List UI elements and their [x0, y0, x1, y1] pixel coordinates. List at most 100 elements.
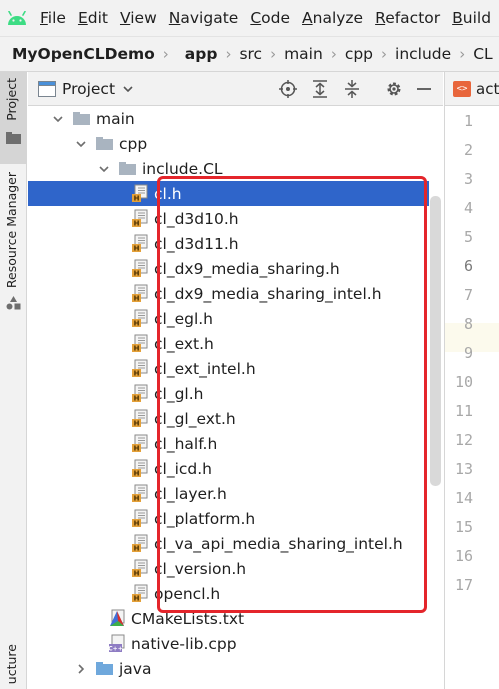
breadcrumb-include[interactable]: include — [395, 45, 451, 63]
header-file-icon: H — [132, 309, 148, 327]
header-file-icon: H — [132, 284, 148, 302]
structure-tab-label: ucture — [4, 644, 19, 685]
editor-tab[interactable]: <> act — [445, 72, 499, 106]
tree-item-label: cl_icd.h — [154, 459, 212, 478]
tree-file-native-lib-cpp[interactable]: C++ native-lib.cpp — [28, 631, 429, 656]
tree-folder-main[interactable]: main — [28, 106, 429, 131]
tree-folder-cpp[interactable]: cpp — [28, 131, 429, 156]
svg-text:H: H — [134, 445, 140, 452]
breadcrumb-separator-icon: › — [459, 45, 466, 63]
project-tree: main cpp include.CL Hcl.h Hcl_d3d10.h Hcl_d3d… — [28, 106, 443, 689]
tree-folder-include-cl[interactable]: include.CL — [28, 156, 429, 181]
line-number: 9 — [463, 344, 473, 362]
line-number: 12 — [454, 431, 473, 449]
tree-file-cl-ext-h[interactable]: Hcl_ext.h — [28, 331, 429, 356]
tree-item-label: opencl.h — [154, 584, 221, 603]
tree-file-opencl-h[interactable]: Hopencl.h — [28, 581, 429, 606]
collapse-all-icon[interactable] — [342, 79, 362, 99]
chevron-down-icon[interactable] — [52, 113, 64, 125]
tree-item-label: main — [96, 109, 135, 128]
svg-text:H: H — [134, 370, 140, 377]
resource-manager-tool-tab[interactable]: Resource Manager — [0, 172, 27, 322]
menu-navigate[interactable]: Navigate — [163, 9, 245, 27]
folder-icon — [73, 112, 90, 125]
tree-folder-java[interactable]: java — [28, 656, 429, 681]
tree-item-label: cl_platform.h — [154, 509, 256, 528]
hide-panel-icon[interactable] — [414, 79, 434, 99]
tree-file-cl-h[interactable]: Hcl.h — [28, 181, 429, 206]
line-number: 16 — [454, 547, 473, 565]
project-tool-tab[interactable]: Project — [0, 72, 27, 164]
svg-text:H: H — [134, 195, 140, 202]
tree-item-label: include.CL — [142, 159, 223, 178]
menu-refactor[interactable]: Refactor — [369, 9, 446, 27]
folder-icon — [96, 137, 113, 150]
svg-text:H: H — [134, 420, 140, 427]
breadcrumb-separator-icon: › — [162, 45, 169, 63]
breadcrumb-app[interactable]: app — [185, 45, 218, 63]
tree-file-cl-d3d10-h[interactable]: Hcl_d3d10.h — [28, 206, 429, 231]
header-file-icon: H — [132, 534, 148, 552]
tree-file-cl-d3d11-h[interactable]: Hcl_d3d11.h — [28, 231, 429, 256]
tree-item-label: cl_version.h — [154, 559, 247, 578]
chevron-down-icon[interactable] — [98, 163, 110, 175]
chevron-down-icon[interactable] — [75, 138, 87, 150]
line-number: 14 — [454, 489, 473, 507]
tree-file-cl-gl-h[interactable]: Hcl_gl.h — [28, 381, 429, 406]
svg-text:H: H — [134, 320, 140, 327]
shapes-icon — [6, 296, 21, 310]
breadcrumb-project[interactable]: MyOpenCLDemo — [12, 45, 155, 63]
tree-item-label: cpp — [119, 134, 148, 153]
svg-text:H: H — [134, 495, 140, 502]
breadcrumb-separator-icon: › — [270, 45, 277, 63]
line-number: 4 — [463, 199, 473, 217]
tree-item-label: java — [119, 659, 152, 678]
line-number: 10 — [454, 373, 473, 391]
tree-file-cl-dx9-media-sharing-h[interactable]: Hcl_dx9_media_sharing.h — [28, 256, 429, 281]
expand-all-icon[interactable] — [310, 79, 330, 99]
tree-file-cl-platform-h[interactable]: Hcl_platform.h — [28, 506, 429, 531]
menu-edit[interactable]: Edit — [72, 9, 114, 27]
tree-file-cl-dx9-media-sharing-intel-h[interactable]: Hcl_dx9_media_sharing_intel.h — [28, 281, 429, 306]
tree-item-label: cl_gl_ext.h — [154, 409, 236, 428]
breadcrumb-cpp[interactable]: cpp — [345, 45, 373, 63]
header-file-icon: H — [132, 359, 148, 377]
locate-file-icon[interactable] — [278, 79, 298, 99]
menu-view[interactable]: View — [114, 9, 163, 27]
menu-file[interactable]: File — [34, 9, 72, 27]
header-file-icon: H — [132, 184, 148, 202]
line-number: 6 — [463, 257, 473, 275]
tree-file-cmakelists-txt[interactable]: CMakeLists.txt — [28, 606, 429, 631]
menu-build[interactable]: Build — [446, 9, 497, 27]
header-file-icon: H — [132, 509, 148, 527]
tree-scrollbar[interactable] — [430, 196, 441, 486]
tree-item-label: cl_egl.h — [154, 309, 214, 328]
line-number: 2 — [463, 141, 473, 159]
breadcrumb-main[interactable]: main — [284, 45, 323, 63]
breadcrumb-cl[interactable]: CL — [473, 45, 492, 63]
folder-icon — [96, 662, 113, 675]
tree-item-label: cl_ext_intel.h — [154, 359, 256, 378]
tree-file-cl-version-h[interactable]: Hcl_version.h — [28, 556, 429, 581]
tree-file-cl-icd-h[interactable]: Hcl_icd.h — [28, 456, 429, 481]
left-tool-strip: Project Resource Manager ucture — [0, 72, 27, 689]
tree-file-cl-va-api-media-sharing-intel-h[interactable]: Hcl_va_api_media_sharing_intel.h — [28, 531, 429, 556]
chevron-down-icon[interactable] — [123, 85, 133, 92]
svg-text:H: H — [134, 595, 140, 602]
tree-file-cl-egl-h[interactable]: Hcl_egl.h — [28, 306, 429, 331]
menu-analyze[interactable]: Analyze — [296, 9, 369, 27]
project-view-selector[interactable]: Project — [62, 80, 115, 98]
tree-item-label: cl_d3d11.h — [154, 234, 239, 253]
breadcrumb-src[interactable]: src — [239, 45, 262, 63]
folder-icon — [119, 162, 136, 175]
menu-code[interactable]: Code — [244, 9, 296, 27]
tree-file-cl-ext-intel-h[interactable]: Hcl_ext_intel.h — [28, 356, 429, 381]
tree-file-cl-layer-h[interactable]: Hcl_layer.h — [28, 481, 429, 506]
line-number: 1 — [463, 112, 473, 130]
structure-tool-tab[interactable]: ucture — [0, 644, 27, 689]
header-file-icon: H — [132, 384, 148, 402]
tree-file-cl-half-h[interactable]: Hcl_half.h — [28, 431, 429, 456]
gear-icon[interactable] — [384, 79, 404, 99]
chevron-right-icon[interactable] — [75, 663, 87, 675]
tree-file-cl-gl-ext-h[interactable]: Hcl_gl_ext.h — [28, 406, 429, 431]
